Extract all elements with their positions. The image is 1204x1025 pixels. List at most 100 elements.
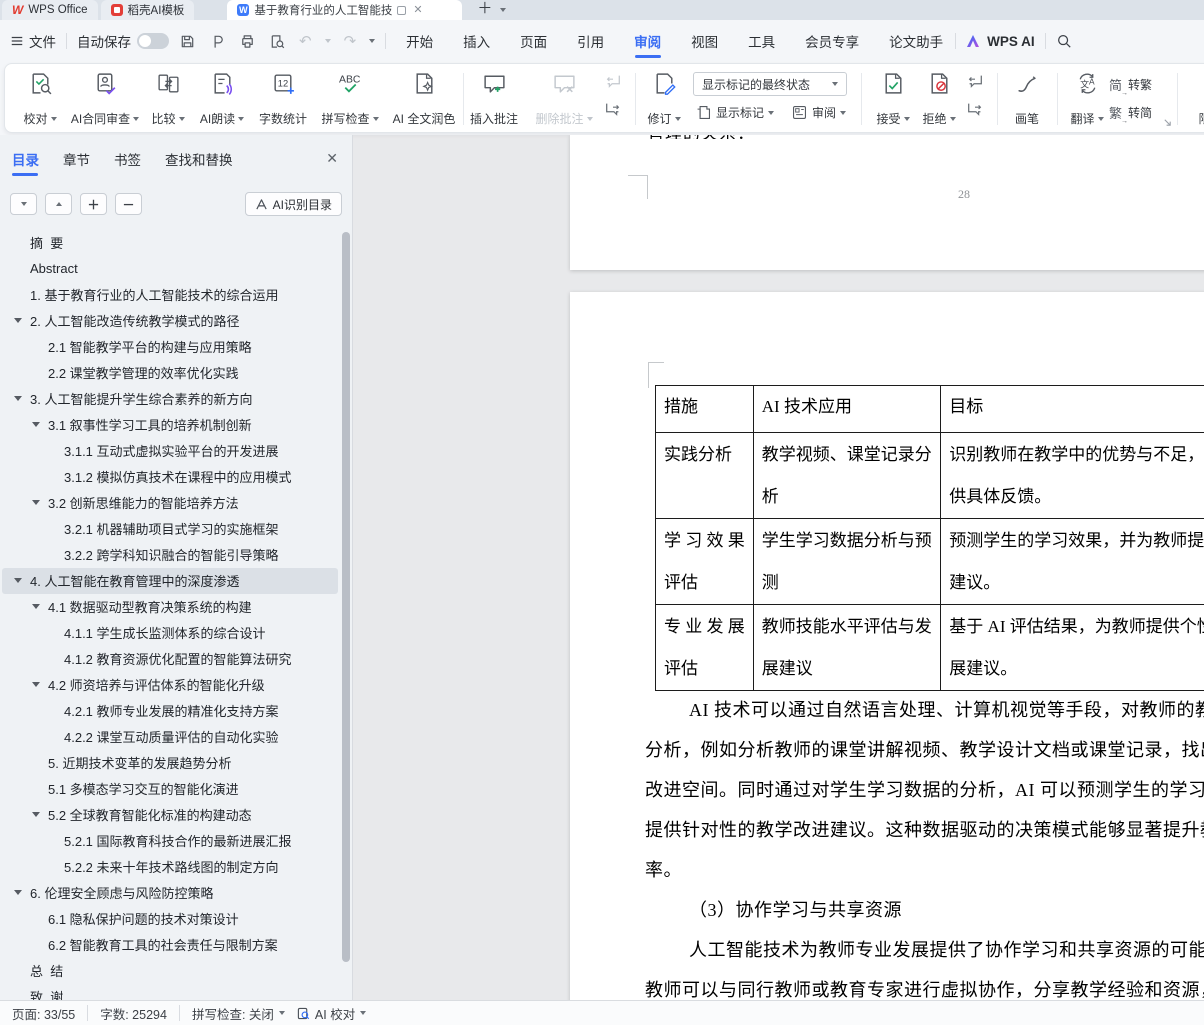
toc-collapse-up-button[interactable]: [45, 193, 72, 215]
sidebar-tab-find-replace[interactable]: 查找和替换: [165, 136, 233, 182]
toc-expand-arrow-icon[interactable]: [48, 864, 64, 869]
toc-expand-arrow-icon[interactable]: [32, 760, 48, 765]
paragraph-line[interactable]: 改进空间。同时通过对学生学习数据的分析，AI 可以预测学生的学习效果，并: [645, 770, 1204, 810]
pen-button[interactable]: 画笔: [1005, 71, 1049, 127]
toc-item[interactable]: 6. 伦理安全顾虑与风险防控策略: [2, 880, 338, 906]
toc-expand-arrow-icon[interactable]: [48, 474, 64, 479]
sidebar-scrollbar[interactable]: [342, 232, 350, 962]
table-cell[interactable]: 专 业 发 展评估: [656, 605, 754, 691]
previous-revision-icon[interactable]: [966, 72, 984, 90]
toc-item[interactable]: 3.1.2 模拟仿真技术在课程中的应用模式: [2, 464, 338, 490]
toc-expand-arrow-icon[interactable]: [48, 448, 64, 453]
table-cell[interactable]: 预测学生的学习效果，并为教师提供改建议。: [941, 519, 1204, 605]
toc-item[interactable]: Abstract: [2, 256, 338, 282]
toc-item[interactable]: 2. 人工智能改造传统教学模式的路径: [2, 308, 338, 334]
paragraph-line[interactable]: 提供针对性的教学改进建议。这种数据驱动的决策模式能够显著提升教师的专: [645, 810, 1204, 850]
show-markup-button[interactable]: 显示标记: [695, 104, 774, 121]
toc-item[interactable]: 5.1 多模态学习交互的智能化演进: [2, 776, 338, 802]
toc-expand-arrow-icon[interactable]: [48, 708, 64, 713]
insert-comment-button[interactable]: 插入批注: [465, 71, 523, 127]
menu-tools[interactable]: 工具: [746, 21, 777, 61]
menu-home[interactable]: 开始: [404, 21, 435, 61]
toc-item[interactable]: 3.2.1 机器辅助项目式学习的实施框架: [2, 516, 338, 542]
translate-button[interactable]: 文A 翻译: [1065, 71, 1109, 127]
save-icon[interactable]: [179, 33, 196, 50]
toc-item[interactable]: 5.2.1 国际教育科技合作的最新进展汇报: [2, 828, 338, 854]
tab-wps-office[interactable]: W WPS Office: [2, 0, 98, 20]
toc-expand-arrow-icon[interactable]: [32, 812, 48, 817]
close-tab-icon[interactable]: ✕: [411, 5, 424, 16]
toc-item[interactable]: 4.2 师资培养与评估体系的智能化升级: [2, 672, 338, 698]
compare-button[interactable]: 比较: [145, 71, 191, 127]
sidebar-tab-bookmarks[interactable]: 书签: [114, 136, 141, 182]
toc-item[interactable]: 2.2 课堂教学管理的效率优化实践: [2, 360, 338, 386]
next-comment-icon[interactable]: [604, 100, 622, 118]
tab-list-dropdown-icon[interactable]: [500, 8, 506, 12]
search-icon[interactable]: [1056, 33, 1072, 49]
toc-expand-arrow-icon[interactable]: [32, 500, 48, 505]
toc-item[interactable]: 1. 基于教育行业的人工智能技术的综合运用: [2, 282, 338, 308]
reject-revision-button[interactable]: 拒绝: [917, 71, 961, 127]
toc-expand-arrow-icon[interactable]: [14, 994, 30, 999]
toc-expand-arrow-icon[interactable]: [32, 344, 48, 349]
page-indicator[interactable]: 页面: 33/55: [12, 1004, 75, 1023]
to-traditional-button[interactable]: 简 转繁: [1109, 75, 1152, 94]
toc-expand-arrow-icon[interactable]: [48, 656, 64, 661]
toc-item[interactable]: 3.1.1 互动式虚拟实验平台的开发进展: [2, 438, 338, 464]
print-preview-icon[interactable]: [269, 33, 286, 50]
autosave-toggle[interactable]: [137, 33, 169, 49]
accept-revision-button[interactable]: 接受: [871, 71, 915, 127]
ai-contract-review-button[interactable]: AI合同审查: [65, 71, 145, 127]
paragraph-line[interactable]: 教师可以与同行教师或教育专家进行虚拟协作，分享教学经验和资源，共同探: [645, 970, 1204, 1000]
paragraph-line[interactable]: 率。: [645, 850, 1204, 890]
toc-expand-arrow-icon[interactable]: [14, 396, 30, 401]
toc-expand-arrow-icon[interactable]: [14, 292, 30, 297]
toc-item[interactable]: 4. 人工智能在教育管理中的深度渗透: [2, 568, 338, 594]
toc-item[interactable]: 3.2 创新思维能力的智能培养方法: [2, 490, 338, 516]
toc-expand-arrow-icon[interactable]: [14, 890, 30, 895]
previous-comment-icon[interactable]: [604, 72, 622, 90]
toc-item[interactable]: 4.1.1 学生成长监测体系的综合设计: [2, 620, 338, 646]
table-cell[interactable]: 学生学习数据分析与预测: [753, 519, 941, 605]
paragraph-line[interactable]: 人工智能技术为教师专业发展提供了协作学习和共享资源的可能性。通过: [645, 930, 1204, 970]
quick-toolbar-dropdown-icon[interactable]: [369, 39, 375, 43]
toc-item[interactable]: 2.1 智能教学平台的构建与应用策略: [2, 334, 338, 360]
toc-expand-arrow-icon[interactable]: [48, 734, 64, 739]
menu-review[interactable]: 审阅: [632, 21, 663, 61]
toc-expand-arrow-icon[interactable]: [32, 682, 48, 687]
document-page-current[interactable]: 措施AI 技术应用目标实践分析教学视频、课堂记录分析识别教师在教学中的优势与不足…: [570, 292, 1204, 1000]
table-cell[interactable]: 基于 AI 评估结果，为教师提供个性化展建议。: [941, 605, 1204, 691]
toc-expand-arrow-icon[interactable]: [14, 578, 30, 583]
menu-insert[interactable]: 插入: [461, 21, 492, 61]
paragraph-line[interactable]: （3）协作学习与共享资源: [645, 890, 1204, 930]
table-cell[interactable]: 识别教师在教学中的优势与不足，为专供具体反馈。: [941, 433, 1204, 519]
toc-item[interactable]: 致 谢: [2, 984, 338, 1000]
print-icon[interactable]: [239, 33, 256, 50]
toc-expand-arrow-icon[interactable]: [32, 370, 48, 375]
toc-expand-arrow-icon[interactable]: [32, 916, 48, 921]
tab-docer-ai-templates[interactable]: 稻壳AI模板: [101, 0, 195, 20]
ai-polish-button[interactable]: AI 全文润色: [387, 71, 461, 127]
restrict-editing-button[interactable]: 限制: [1185, 71, 1204, 127]
markup-state-select[interactable]: 显示标记的最终状态: [693, 72, 847, 96]
toc-item[interactable]: 6.2 智能教育工具的社会责任与限制方案: [2, 932, 338, 958]
toc-expand-arrow-icon[interactable]: [32, 604, 48, 609]
ai-recognize-toc-button[interactable]: AI识别目录: [245, 192, 342, 216]
ai-read-aloud-button[interactable]: AI朗读: [193, 71, 251, 127]
menu-member[interactable]: 会员专享: [803, 21, 861, 61]
toc-expand-arrow-icon[interactable]: [14, 266, 30, 271]
menu-reference[interactable]: 引用: [575, 21, 606, 61]
redo-icon[interactable]: ↷: [344, 34, 357, 49]
group-expand-icon[interactable]: [1163, 118, 1172, 127]
table-cell[interactable]: 教师技能水平评估与发展建议: [753, 605, 941, 691]
sidebar-tab-contents[interactable]: 目录: [12, 136, 39, 182]
toc-item[interactable]: 4.2.1 教师专业发展的精准化支持方案: [2, 698, 338, 724]
close-sidebar-icon[interactable]: ✕: [326, 150, 338, 167]
new-tab-button[interactable]: ＋: [465, 0, 500, 20]
spellcheck-status[interactable]: 拼写检查: 关闭: [192, 1004, 285, 1023]
undo-icon[interactable]: ↶: [299, 34, 312, 49]
toc-item[interactable]: 4.2.2 课堂互动质量评估的自动化实验: [2, 724, 338, 750]
next-revision-icon[interactable]: [966, 100, 984, 118]
toc-item[interactable]: 3.1 叙事性学习工具的培养机制创新: [2, 412, 338, 438]
toc-item[interactable]: 5.2.2 未来十年技术路线图的制定方向: [2, 854, 338, 880]
